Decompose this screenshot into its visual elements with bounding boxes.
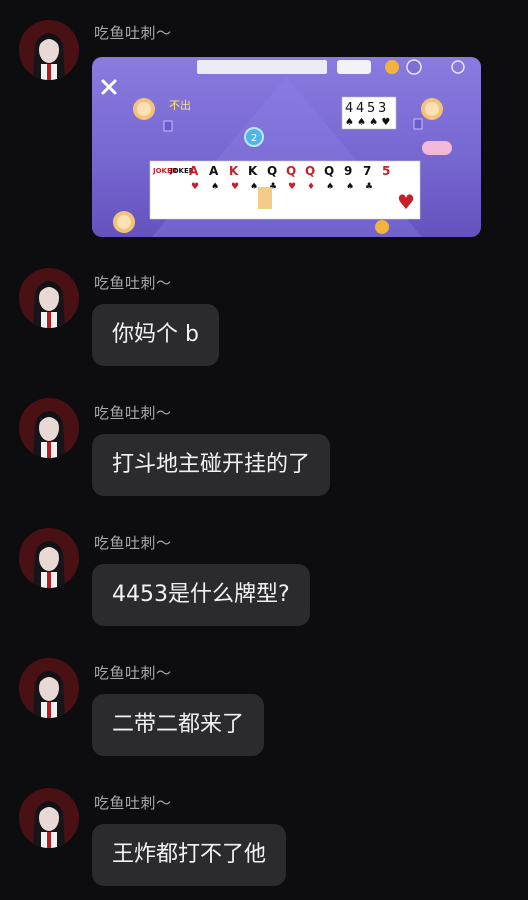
svg-text:9: 9 — [344, 164, 352, 178]
svg-text:♠: ♠ — [326, 182, 334, 192]
avatar[interactable] — [19, 528, 79, 588]
svg-text:♣: ♣ — [365, 182, 373, 192]
svg-text:K: K — [229, 164, 239, 178]
avatar[interactable] — [19, 788, 79, 848]
svg-text:A: A — [209, 164, 219, 178]
svg-text:♠: ♠ — [346, 182, 354, 192]
svg-text:4: 4 — [345, 101, 353, 116]
message-bubble[interactable]: 4453是什么牌型? — [92, 564, 310, 626]
avatar-image — [19, 788, 79, 848]
avatar-image — [19, 268, 79, 328]
avatar[interactable] — [19, 268, 79, 328]
message-item: 吃鱼吐刺〜 王炸都打不了他 — [0, 786, 528, 900]
svg-text:Q: Q — [286, 164, 296, 178]
svg-text:Q: Q — [305, 164, 315, 178]
message-item: 吃鱼吐刺〜 打斗地主碰开挂的了 — [0, 396, 528, 506]
avatar[interactable] — [19, 398, 79, 458]
svg-text:♥: ♥ — [231, 182, 239, 192]
sender-name: 吃鱼吐刺〜 — [94, 274, 172, 292]
sender-name: 吃鱼吐刺〜 — [94, 794, 172, 812]
message-item: 吃鱼吐刺〜 你妈个 b — [0, 266, 528, 376]
svg-text:♦: ♦ — [307, 182, 315, 192]
message-bubble[interactable]: 你妈个 b — [92, 304, 219, 366]
svg-text:5: 5 — [367, 101, 375, 116]
avatar-image — [19, 20, 79, 80]
avatar[interactable] — [19, 658, 79, 718]
sender-name: 吃鱼吐刺〜 — [94, 664, 172, 682]
sender-name: 吃鱼吐刺〜 — [94, 534, 172, 552]
svg-text:3: 3 — [378, 101, 386, 116]
svg-text:♥: ♥ — [397, 190, 415, 214]
svg-text:7: 7 — [363, 164, 371, 178]
message-bubble[interactable]: 王炸都打不了他 — [92, 824, 287, 886]
avatar-image — [19, 658, 79, 718]
svg-text:A: A — [189, 164, 199, 178]
played-cards: 4 4 5 3 ♠ ♠ ♠ ♥ — [341, 96, 397, 130]
countdown: 2 — [251, 133, 257, 144]
message-item: 吃鱼吐刺〜 不出 2 4 4 5 3 ♠ ♠ ♠ ♥ JOKER JOKER A… — [0, 0, 528, 245]
message-item: 吃鱼吐刺〜 4453是什么牌型? — [0, 526, 528, 636]
svg-text:K: K — [248, 164, 258, 178]
svg-text:♥: ♥ — [288, 182, 296, 192]
message-bubble[interactable]: 二带二都来了 — [92, 694, 265, 756]
sender-name: 吃鱼吐刺〜 — [94, 24, 172, 42]
game-screenshot[interactable]: 不出 2 4 4 5 3 ♠ ♠ ♠ ♥ JOKER JOKER A A K K… — [92, 57, 481, 237]
svg-text:Q: Q — [324, 164, 334, 178]
svg-text:♥: ♥ — [191, 182, 199, 192]
hand-cards[interactable]: JOKER JOKER A A K K Q Q Q Q 9 7 5 ♥ ♠ ♥ — [149, 160, 421, 220]
svg-text:5: 5 — [382, 164, 390, 178]
message-item: 吃鱼吐刺〜 二带二都来了 — [0, 656, 528, 766]
svg-text:♠ ♠ ♠ ♥: ♠ ♠ ♠ ♥ — [345, 117, 390, 128]
svg-text:4: 4 — [356, 101, 364, 116]
svg-text:♠: ♠ — [250, 182, 258, 192]
avatar-image — [19, 528, 79, 588]
avatar-image — [19, 398, 79, 458]
pass-label: 不出 — [169, 98, 191, 112]
avatar[interactable] — [19, 20, 79, 80]
svg-text:Q: Q — [267, 164, 277, 178]
message-bubble[interactable]: 打斗地主碰开挂的了 — [92, 434, 331, 496]
sender-name: 吃鱼吐刺〜 — [94, 404, 172, 422]
svg-text:♠: ♠ — [211, 182, 219, 192]
